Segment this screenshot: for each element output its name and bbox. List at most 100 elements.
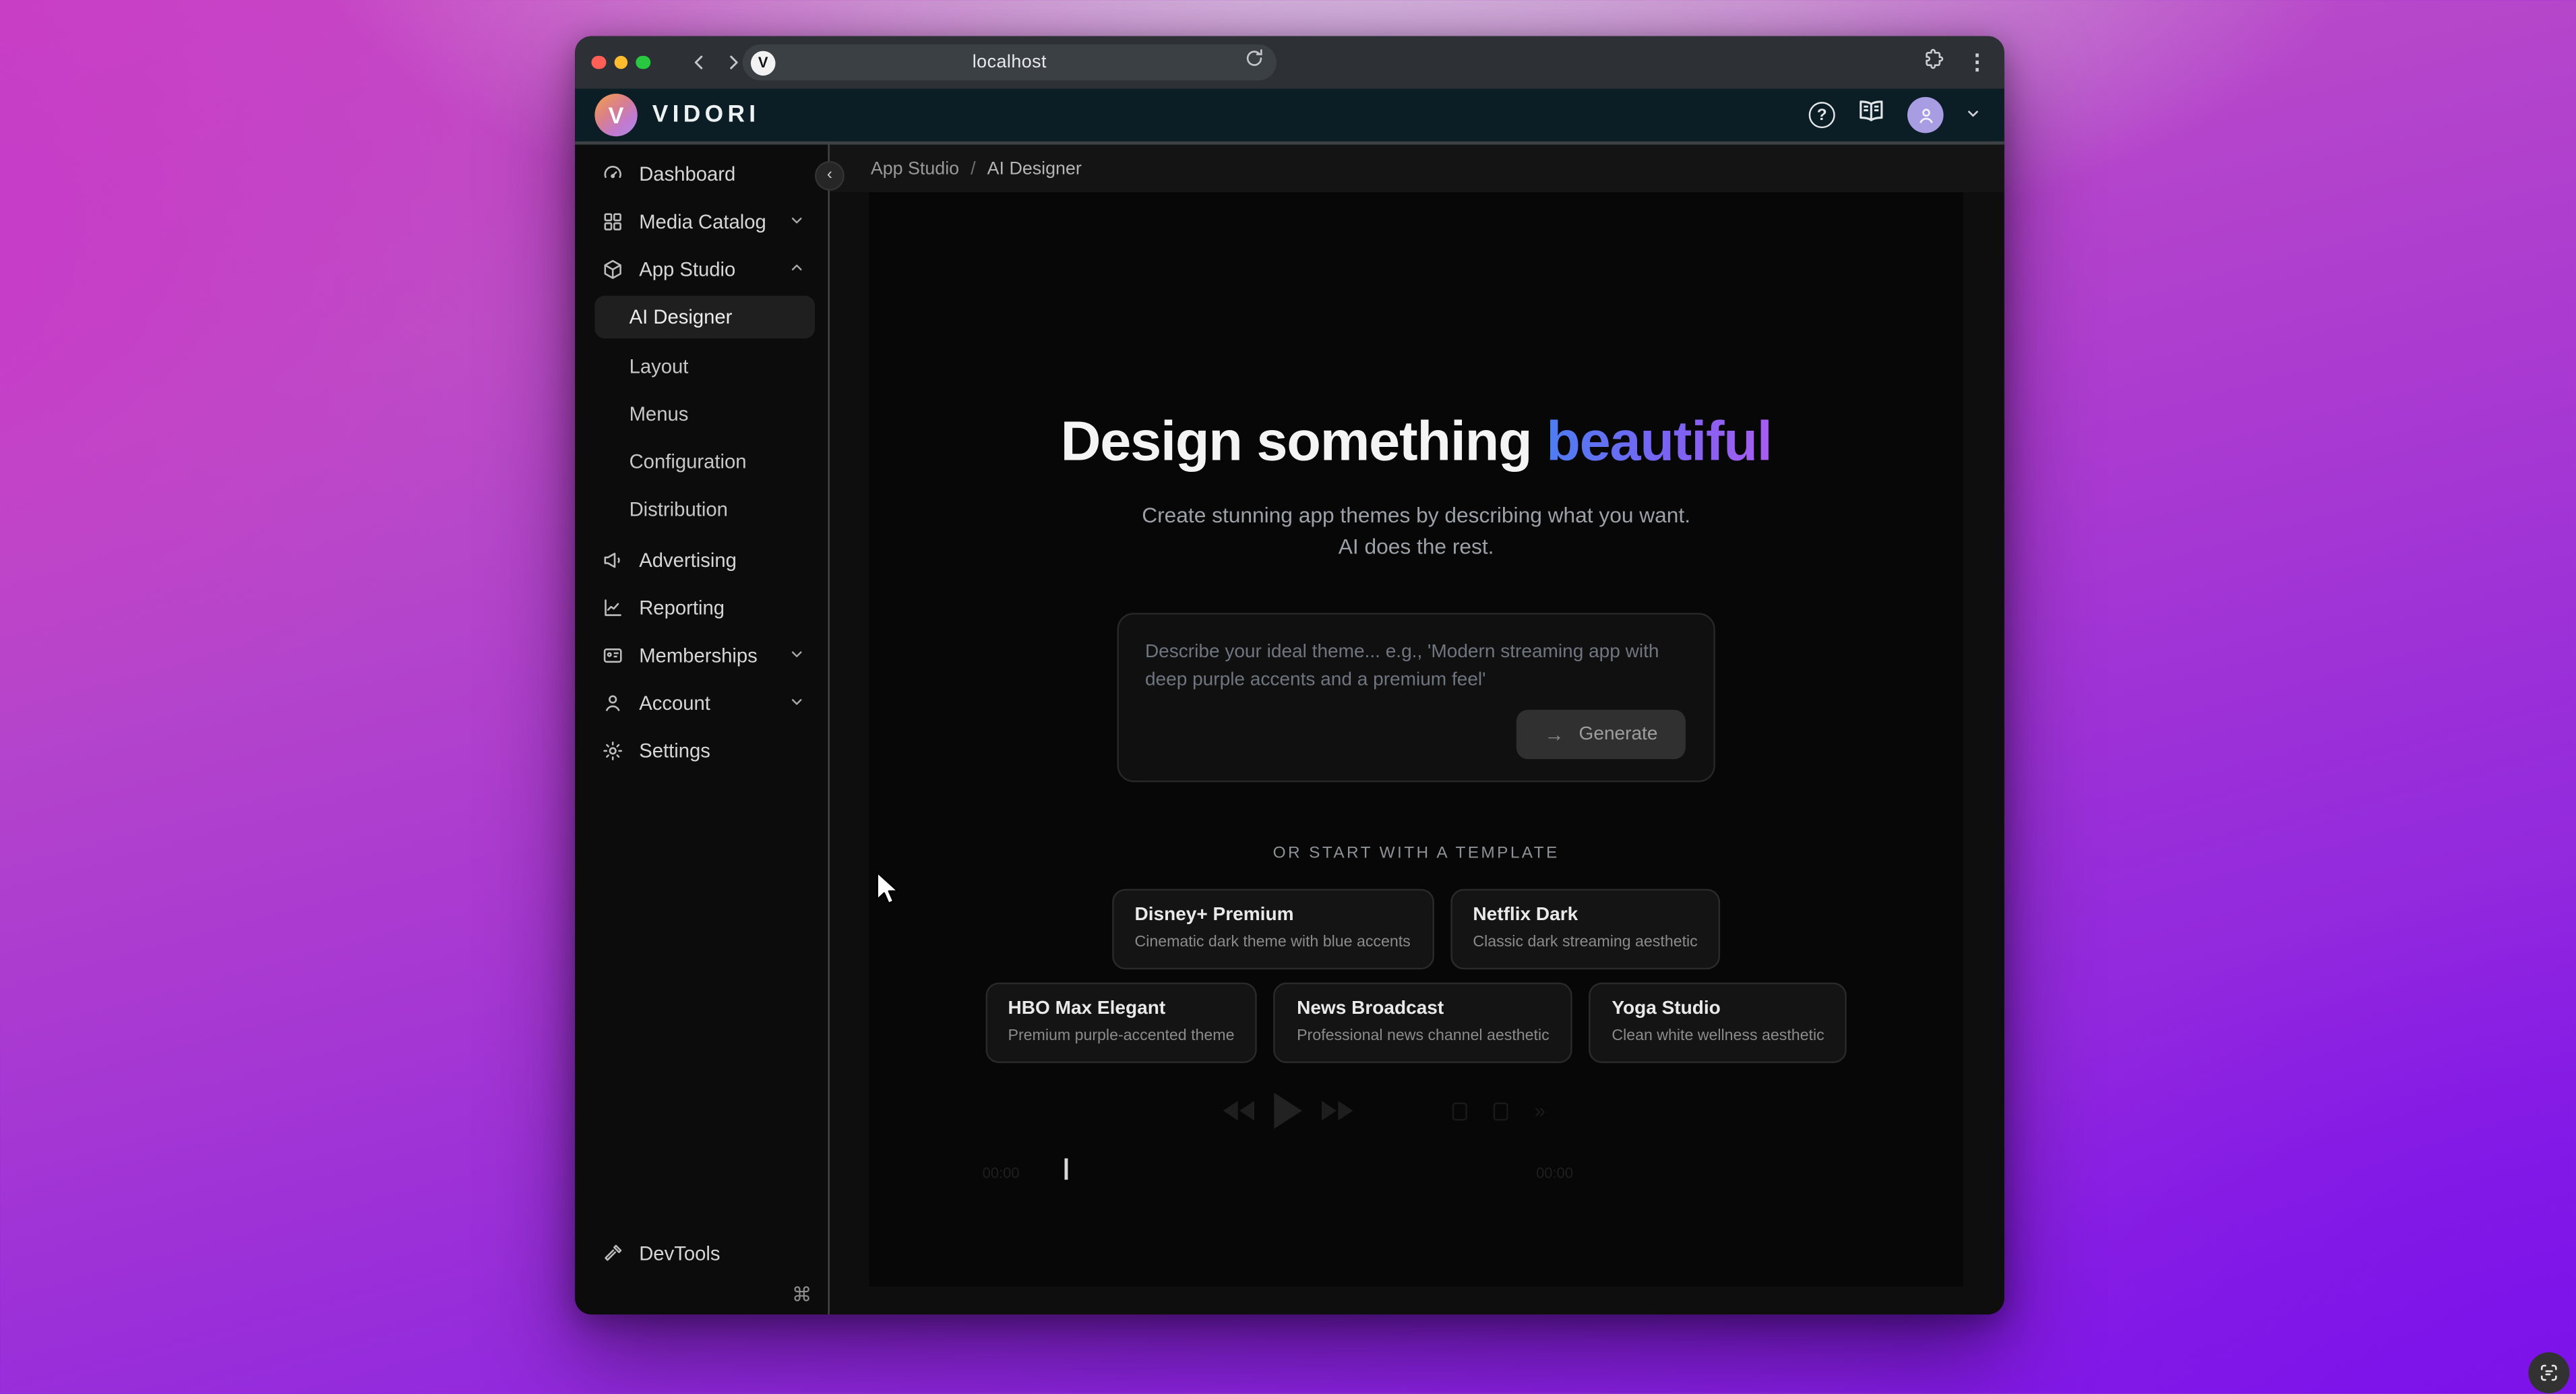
sidebar-item-settings[interactable]: Settings xyxy=(575,726,828,774)
browser-menu-kebab-icon[interactable]: ⋮ xyxy=(1967,49,1988,75)
ghost-playhead xyxy=(1065,1158,1068,1180)
gauge-icon xyxy=(601,162,624,185)
sidebar-item-label: Settings xyxy=(639,739,710,762)
app-header: V VIDORI ? xyxy=(575,89,2004,142)
user-avatar[interactable] xyxy=(1907,97,1944,133)
browser-back-icon[interactable] xyxy=(689,53,709,72)
desktop-background: V localhost ⋮ V VIDORI ? xyxy=(0,0,2576,1393)
templates-heading: OR START WITH A TEMPLATE xyxy=(869,845,1963,863)
chevron-down-icon xyxy=(789,688,805,717)
site-favicon: V xyxy=(751,50,776,75)
template-card-yoga[interactable]: Yoga Studio Clean white wellness aesthet… xyxy=(1589,983,1847,1063)
template-name: Disney+ Premium xyxy=(1134,905,1410,925)
hammer-icon xyxy=(601,1242,624,1265)
template-description: Professional news channel aesthetic xyxy=(1297,1027,1550,1045)
template-card-netflix[interactable]: Netflix Dark Classic dark streaming aest… xyxy=(1450,889,1721,969)
browser-forward-icon[interactable] xyxy=(722,53,741,72)
template-name: News Broadcast xyxy=(1297,999,1550,1019)
sidebar-item-dashboard[interactable]: Dashboard xyxy=(575,150,828,198)
sidebar-item-account[interactable]: Account xyxy=(575,679,828,727)
extensions-puzzle-icon[interactable] xyxy=(1922,47,1945,78)
chart-line-icon xyxy=(601,596,624,619)
brand-name: VIDORI xyxy=(652,102,760,128)
ghost-player-preview: » 00:00 00:00 xyxy=(869,1079,1963,1227)
id-card-icon xyxy=(601,643,624,666)
page-title: Design something beautiful xyxy=(869,411,1963,475)
ghost-subtitle-icon xyxy=(1452,1101,1467,1120)
template-name: Netflix Dark xyxy=(1473,905,1697,925)
generate-button[interactable]: → Generate xyxy=(1516,710,1686,759)
sidebar-collapse-button[interactable]: ‹ xyxy=(815,161,845,191)
reload-icon[interactable] xyxy=(1244,48,1265,78)
template-description: Cinematic dark theme with blue accents xyxy=(1134,934,1410,952)
sidebar-item-label: Reporting xyxy=(639,596,725,619)
docs-book-icon[interactable] xyxy=(1856,98,1886,131)
sidebar-item-label: App Studio xyxy=(639,257,735,280)
cube-icon xyxy=(601,257,624,280)
sidebar-item-label: Media Catalog xyxy=(639,210,766,233)
sidebar-subitem-ai-designer[interactable]: AI Designer xyxy=(594,296,815,338)
sidebar-item-app-studio[interactable]: App Studio xyxy=(575,245,828,293)
template-card-hbo[interactable]: HBO Max Elegant Premium purple-accented … xyxy=(985,983,1257,1063)
sidebar-subitem-distribution[interactable]: Distribution xyxy=(575,485,828,533)
gear-icon xyxy=(601,739,624,762)
template-card-news[interactable]: News Broadcast Professional news channel… xyxy=(1274,983,1572,1063)
template-name: HBO Max Elegant xyxy=(1008,999,1235,1019)
sidebar-subitem-label: AI Designer xyxy=(630,305,733,328)
play-icon xyxy=(1274,1093,1301,1129)
breadcrumb-current: AI Designer xyxy=(987,158,1082,178)
traffic-lights xyxy=(592,55,650,69)
template-card-disney[interactable]: Disney+ Premium Cinematic dark theme wit… xyxy=(1111,889,1434,969)
sidebar-subitem-label: Configuration xyxy=(630,450,747,473)
sidebar-item-label: Memberships xyxy=(639,643,758,666)
ghost-total-time: 00:00 xyxy=(1536,1165,1573,1181)
sidebar: Dashboard Media Catalog App Studio xyxy=(575,145,830,1315)
url-text: localhost xyxy=(776,53,1244,72)
sidebar-item-advertising[interactable]: Advertising xyxy=(575,536,828,584)
account-chevron-down-icon[interactable] xyxy=(1965,100,1981,130)
grid-icon xyxy=(601,210,624,233)
ghost-current-time: 00:00 xyxy=(983,1165,1020,1181)
title-accent: beautiful xyxy=(1546,411,1771,473)
command-key-icon[interactable]: ⌘ xyxy=(792,1283,811,1306)
template-name: Yoga Studio xyxy=(1612,999,1824,1019)
vidori-logo[interactable]: V xyxy=(594,94,637,136)
breadcrumb: App Studio / AI Designer xyxy=(830,145,2004,193)
breadcrumb-parent[interactable]: App Studio xyxy=(871,158,959,178)
sidebar-item-label: Advertising xyxy=(639,548,737,571)
zoom-window-button[interactable] xyxy=(636,55,650,69)
minimize-window-button[interactable] xyxy=(613,55,627,69)
sidebar-subitem-menus[interactable]: Menus xyxy=(575,390,828,437)
sidebar-item-media-catalog[interactable]: Media Catalog xyxy=(575,198,828,245)
generate-button-label: Generate xyxy=(1579,725,1658,744)
arrow-right-icon: → xyxy=(1544,723,1564,746)
address-bar[interactable]: V localhost xyxy=(743,44,1277,81)
theme-prompt-input[interactable] xyxy=(1119,615,1713,710)
sidebar-subitem-configuration[interactable]: Configuration xyxy=(575,437,828,485)
browser-window: V localhost ⋮ V VIDORI ? xyxy=(575,36,2004,1314)
sidebar-item-label: DevTools xyxy=(639,1242,720,1265)
help-icon[interactable]: ? xyxy=(1809,102,1835,128)
sidebar-subitem-label: Menus xyxy=(630,402,689,425)
page-subtitle-line1: Create stunning app themes by describing… xyxy=(869,503,1963,528)
template-description: Classic dark streaming aesthetic xyxy=(1473,934,1697,952)
sidebar-item-memberships[interactable]: Memberships xyxy=(575,631,828,679)
sidebar-item-reporting[interactable]: Reporting xyxy=(575,583,828,631)
main-content: App Studio / AI Designer Design somethin… xyxy=(830,145,2004,1315)
chevron-up-icon xyxy=(789,254,805,284)
template-description: Clean white wellness aesthetic xyxy=(1612,1027,1824,1045)
screen-scan-button[interactable] xyxy=(2528,1352,2569,1393)
breadcrumb-separator: / xyxy=(971,158,975,178)
megaphone-icon xyxy=(601,548,624,571)
fast-forward-icon xyxy=(1322,1101,1353,1120)
close-window-button[interactable] xyxy=(592,55,606,69)
sidebar-subitem-label: Distribution xyxy=(630,497,728,520)
ghost-cast-icon xyxy=(1494,1101,1508,1120)
person-icon xyxy=(601,691,624,714)
sidebar-item-devtools[interactable]: DevTools xyxy=(575,1229,828,1277)
sidebar-subitem-layout[interactable]: Layout xyxy=(575,342,828,390)
scan-icon xyxy=(2538,1362,2560,1384)
template-description: Premium purple-accented theme xyxy=(1008,1027,1235,1045)
chevron-down-icon xyxy=(789,640,805,669)
chevron-down-icon xyxy=(789,206,805,236)
